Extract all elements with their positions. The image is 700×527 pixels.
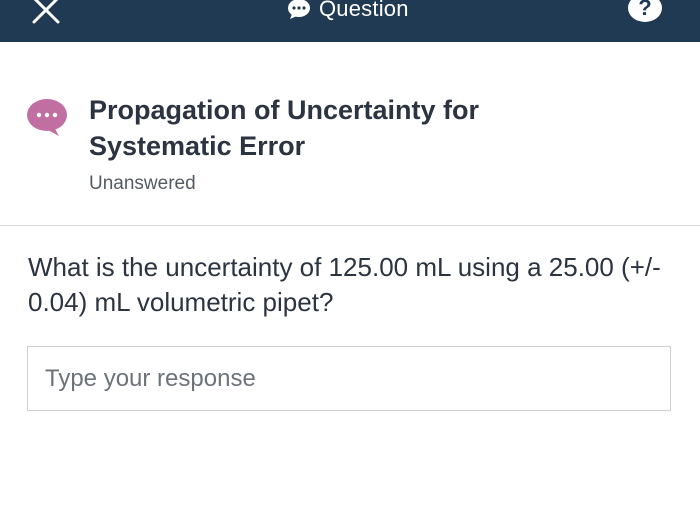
question-text: What is the uncertainty of 125.00 mL usi… (28, 252, 661, 317)
status-label: Unanswered (89, 173, 196, 194)
top-bar: Question ? (0, 0, 700, 42)
close-icon (32, 0, 60, 24)
chat-bubble-icon (288, 0, 310, 19)
topbar-title-group: Question (287, 0, 409, 24)
chat-bubble-icon (27, 99, 67, 136)
help-button[interactable]: ? (628, 0, 662, 22)
topbar-title: Question (319, 0, 409, 21)
close-button[interactable] (30, 0, 62, 26)
response-input[interactable] (28, 347, 670, 410)
question-header: Propagation of Uncertainty for Systemati… (0, 42, 700, 226)
question-title: Propagation of Uncertainty for Systemati… (89, 95, 480, 161)
response-field[interactable] (27, 346, 671, 411)
help-icon: ? (638, 0, 652, 20)
